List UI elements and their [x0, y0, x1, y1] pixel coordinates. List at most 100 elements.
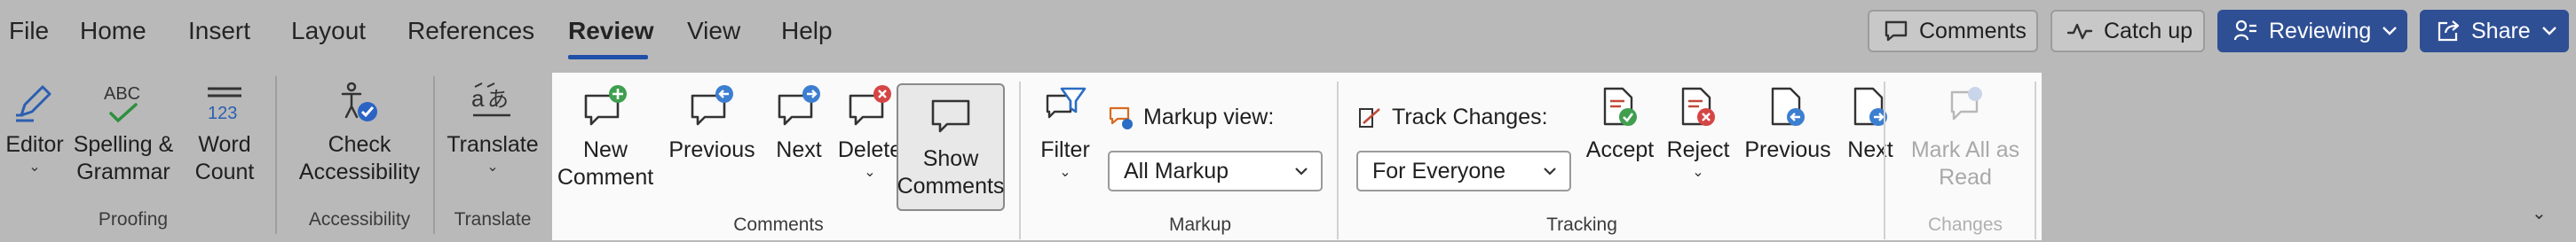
chevron-down-icon: ⌄ — [486, 160, 499, 175]
track-changes-icon — [1359, 107, 1380, 128]
markup-view-dropdown[interactable]: All Markup — [1108, 151, 1323, 191]
new-comment-icon — [584, 85, 627, 126]
chevron-down-icon: ⌄ — [864, 165, 876, 180]
delete-comment-button[interactable]: Delete ⌄ — [834, 80, 905, 180]
accessibility-icon — [341, 82, 377, 121]
filter-button[interactable]: Filter ⌄ — [1037, 80, 1094, 180]
previous-comment-icon — [691, 85, 733, 126]
next-comment-label: Next — [776, 137, 822, 162]
share-label: Share — [2471, 18, 2531, 43]
word-count-button[interactable]: 123 Word Count — [188, 74, 261, 186]
tab-home[interactable]: Home — [80, 16, 146, 46]
catch-up-button[interactable]: Catch up — [2051, 10, 2205, 52]
editor-label: Editor — [5, 132, 64, 157]
reject-button[interactable]: Reject ⌄ — [1662, 80, 1734, 180]
group-label-comments: Comments — [733, 215, 824, 235]
comment-icon — [1885, 20, 1908, 42]
group-label-changes: Changes — [1927, 215, 2003, 235]
comments-button-label: Comments — [1919, 18, 2027, 43]
catch-up-label: Catch up — [2104, 18, 2193, 43]
new-comment-button[interactable]: New Comment — [557, 80, 653, 191]
chevron-down-icon — [2541, 27, 2556, 35]
group-label-markup: Markup — [1168, 215, 1232, 235]
previous-comment-label: Previous — [668, 137, 755, 162]
track-changes-value: For Everyone — [1372, 158, 1506, 183]
check-accessibility-label: Check Accessibility — [298, 132, 421, 184]
group-divider — [1019, 82, 1021, 239]
ribbon-highlight-region: New Comment Previous Next Delete ⌄ Show … — [552, 73, 2042, 240]
accept-label: Accept — [1585, 137, 1655, 162]
editor-pen-icon — [16, 85, 51, 122]
tab-references[interactable]: References — [407, 16, 534, 46]
next-change-button[interactable]: Next — [1841, 80, 1900, 164]
group-label-translate: Translate — [454, 209, 532, 230]
reject-label: Reject — [1666, 137, 1730, 162]
word-count-icon-text: 123 — [208, 104, 237, 123]
next-comment-button[interactable]: Next — [770, 80, 827, 164]
track-changes-label-row: Track Changes: — [1356, 105, 1548, 130]
markup-view-icon — [1109, 106, 1133, 129]
previous-change-button[interactable]: Previous — [1742, 80, 1834, 164]
group-divider — [1337, 82, 1339, 239]
translate-icon: a あ — [471, 82, 510, 117]
filter-icon — [1046, 87, 1087, 119]
next-comment-icon — [778, 85, 820, 126]
editor-button[interactable]: Editor ⌄ — [2, 74, 67, 175]
group-divider — [275, 76, 277, 234]
tab-help[interactable]: Help — [781, 16, 833, 46]
show-comments-label: Show Comments — [897, 146, 1005, 199]
reviewing-mode-button[interactable]: Reviewing — [2217, 10, 2407, 52]
activity-icon — [2066, 23, 2093, 40]
track-changes-dropdown[interactable]: For Everyone — [1356, 151, 1571, 191]
translate-button[interactable]: a あ Translate ⌄ — [444, 74, 541, 175]
comments-button[interactable]: Comments — [1868, 10, 2038, 52]
tab-file[interactable]: File — [9, 16, 49, 46]
reviewing-icon — [2233, 20, 2256, 41]
group-divider — [1884, 82, 1885, 239]
collapse-ribbon-chevron-icon[interactable]: ⌄ — [2532, 202, 2547, 224]
tab-insert[interactable]: Insert — [188, 16, 250, 46]
chevron-down-icon — [1544, 168, 1556, 176]
track-changes-label: Track Changes: — [1392, 105, 1548, 129]
svg-text:a: a — [471, 85, 485, 112]
filter-label: Filter — [1040, 137, 1090, 162]
spelling-grammar-button[interactable]: ABC Spelling & Grammar — [71, 74, 176, 186]
group-label-tracking: Tracking — [1546, 215, 1617, 235]
word-count-label: Word Count — [194, 132, 255, 184]
translate-label: Translate — [446, 132, 539, 157]
share-button[interactable]: Share — [2420, 10, 2569, 52]
chevron-down-icon: ⌄ — [1692, 165, 1704, 180]
accept-change-icon — [1603, 87, 1637, 126]
tab-layout[interactable]: Layout — [291, 16, 366, 46]
spelling-grammar-label: Spelling & Grammar — [73, 132, 174, 184]
group-label-accessibility: Accessibility — [308, 209, 411, 230]
previous-change-label: Previous — [1744, 137, 1831, 162]
previous-comment-button[interactable]: Previous — [666, 80, 758, 164]
svg-text:あ: あ — [487, 87, 509, 112]
mark-all-read-icon — [1950, 87, 1982, 121]
reject-change-icon — [1681, 87, 1715, 126]
mark-all-as-read-button[interactable]: Mark All as Read — [1894, 80, 2036, 191]
previous-change-icon — [1771, 87, 1805, 126]
menu-bar: File Home Insert Layout References Revie… — [0, 0, 2576, 64]
word-count-icon: 123 — [208, 87, 241, 123]
accept-button[interactable]: Accept — [1582, 80, 1658, 164]
chevron-down-icon — [1295, 168, 1308, 176]
chevron-down-icon: ⌄ — [1059, 165, 1071, 180]
new-comment-label: New Comment — [557, 137, 654, 190]
markup-view-label: Markup view: — [1143, 105, 1275, 129]
markup-view-label-row: Markup view: — [1108, 105, 1274, 130]
chevron-down-icon: ⌄ — [28, 160, 41, 175]
tab-view[interactable]: View — [687, 16, 740, 46]
next-change-label: Next — [1847, 137, 1893, 162]
spelling-check-icon: ABC — [104, 84, 140, 123]
reviewing-label: Reviewing — [2269, 18, 2372, 43]
share-icon — [2438, 20, 2460, 42]
show-comments-button[interactable]: Show Comments — [897, 83, 1005, 211]
check-accessibility-button[interactable]: Check Accessibility — [293, 74, 426, 186]
delete-comment-icon — [849, 85, 891, 126]
active-tab-indicator — [568, 55, 648, 59]
show-comments-icon — [931, 99, 970, 133]
tab-review[interactable]: Review — [568, 16, 654, 46]
group-divider — [2035, 82, 2036, 239]
